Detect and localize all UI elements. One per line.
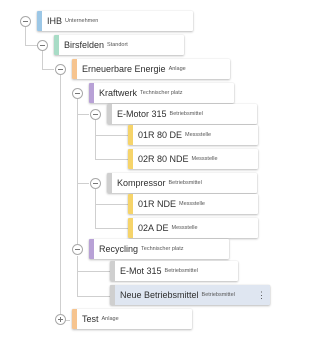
node-type: Unternehmen	[65, 18, 99, 24]
tree-connector	[77, 114, 89, 115]
node-type: Messstelle	[185, 132, 212, 138]
expand-toggle-icon[interactable]	[55, 314, 66, 325]
node-name: Recycling	[99, 244, 139, 254]
tree-node-e-motor-315[interactable]: E-Motor 315 Betriebsmittel	[107, 104, 257, 124]
node-type-color-bar	[37, 11, 42, 31]
node-name: Kraftwerk	[99, 88, 138, 98]
node-type: Technischer platz	[140, 90, 183, 96]
node-type: Messstelle	[191, 156, 218, 162]
tree-connector	[95, 204, 128, 205]
node-name: 02A DE	[138, 223, 169, 233]
tree-connector	[77, 271, 110, 272]
node-type: Technischer platz	[141, 246, 184, 252]
tree-connector	[25, 27, 26, 45]
tree-connector	[77, 256, 78, 296]
node-type-color-bar	[89, 83, 94, 103]
node-type-color-bar	[107, 173, 112, 193]
tree-connector	[95, 228, 128, 229]
node-name: IHB	[47, 16, 63, 26]
node-type-color-bar	[110, 285, 115, 305]
asset-tree: IHB Unternehmen Birsfelden Standort Erne…	[0, 0, 275, 337]
node-type: Anlage	[168, 66, 186, 72]
node-type: Standort	[107, 42, 128, 48]
node-name: E-Mot 315	[120, 266, 162, 276]
node-type-color-bar	[128, 194, 133, 214]
node-type: Betriebsmittel	[169, 111, 203, 117]
node-type-color-bar	[72, 59, 77, 79]
collapse-toggle-icon[interactable]	[90, 178, 101, 189]
collapse-toggle-icon[interactable]	[90, 109, 101, 120]
node-name: E-Motor 315	[117, 109, 167, 119]
tree-node-02r-80-nde[interactable]: 02R 80 NDE Messstelle	[128, 149, 258, 169]
tree-node-erneuerbare-energie[interactable]: Erneuerbare Energie Anlage	[72, 59, 230, 79]
tree-node-02a-de[interactable]: 02A DE Messstelle	[128, 218, 258, 238]
collapse-toggle-icon[interactable]	[55, 64, 66, 75]
collapse-toggle-icon[interactable]	[72, 244, 83, 255]
more-vertical-icon[interactable]: ⋮	[257, 289, 266, 301]
node-type-color-bar	[128, 218, 133, 238]
tree-node-e-mot-315[interactable]: E-Mot 315 Betriebsmittel	[110, 261, 238, 281]
node-type-color-bar	[72, 309, 77, 329]
node-type-color-bar	[107, 104, 112, 124]
tree-connector	[95, 120, 96, 159]
node-type-color-bar	[110, 261, 115, 281]
tree-node-01r-80-de[interactable]: 01R 80 DE Messstelle	[128, 125, 258, 145]
node-type: Betriebsmittel	[201, 292, 235, 298]
node-type: Messstelle	[171, 225, 198, 231]
node-name: Erneuerbare Energie	[82, 64, 166, 74]
node-name: 01R NDE	[138, 199, 177, 209]
tree-node-test[interactable]: Test Anlage	[72, 309, 192, 329]
node-type: Anlage	[101, 316, 119, 322]
node-type-color-bar	[89, 239, 94, 259]
collapse-toggle-icon[interactable]	[72, 88, 83, 99]
node-type: Betriebsmittel	[168, 180, 202, 186]
tree-node-ihb[interactable]: IHB Unternehmen	[37, 11, 193, 31]
node-type-color-bar	[128, 149, 133, 169]
tree-node-kompressor[interactable]: Kompressor Betriebsmittel	[107, 173, 257, 193]
node-type-color-bar	[128, 125, 133, 145]
tree-node-neue-betriebsmittel[interactable]: Neue Betriebsmittel Betriebsmittel ⋮	[110, 285, 270, 305]
node-name: Test	[82, 314, 99, 324]
tree-node-01r-nde[interactable]: 01R NDE Messstelle	[128, 194, 258, 214]
tree-node-recycling[interactable]: Recycling Technischer platz	[89, 239, 229, 259]
tree-connector	[77, 99, 78, 254]
node-name: 02R 80 NDE	[138, 154, 189, 164]
node-name: 01R 80 DE	[138, 130, 183, 140]
node-name: Birsfelden	[64, 40, 105, 50]
node-name: Kompressor	[117, 178, 166, 188]
tree-connector	[77, 183, 89, 184]
tree-connector	[42, 69, 54, 70]
tree-connector	[77, 296, 110, 297]
tree-connector	[60, 75, 61, 320]
node-type: Betriebsmittel	[164, 268, 198, 274]
tree-connector	[95, 135, 128, 136]
tree-connector	[95, 189, 96, 228]
node-type: Messstelle	[179, 201, 205, 207]
tree-connector	[25, 45, 37, 46]
tree-node-birsfelden[interactable]: Birsfelden Standort	[54, 35, 184, 55]
tree-connector	[95, 159, 128, 160]
node-type-color-bar	[54, 35, 59, 55]
node-name: Neue Betriebsmittel	[120, 290, 199, 300]
tree-connector	[42, 51, 43, 69]
collapse-toggle-icon[interactable]	[37, 40, 48, 51]
collapse-toggle-icon[interactable]	[20, 16, 31, 27]
tree-node-kraftwerk[interactable]: Kraftwerk Technischer platz	[89, 83, 234, 103]
